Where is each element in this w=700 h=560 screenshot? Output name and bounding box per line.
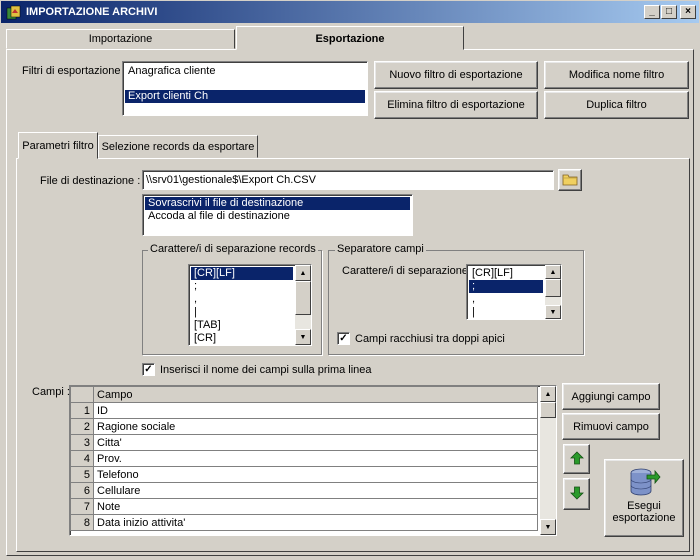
header-row-label: Inserisci il nome dei campi sulla prima … xyxy=(160,364,372,376)
fields-grid[interactable]: Campo 1 ID 2 Ragione sociale 3 Citta' 4 Prov… xyxy=(69,385,557,536)
scroll-thumb[interactable] xyxy=(295,281,311,315)
row-number: 3 xyxy=(70,434,94,451)
row-number: 6 xyxy=(70,482,94,499)
arrow-up-icon xyxy=(569,450,584,468)
destination-label: File di destinazione : xyxy=(40,175,141,187)
record-separator-item[interactable]: [CR][LF] xyxy=(191,267,293,280)
row-number: 4 xyxy=(70,450,94,467)
window-title: IMPORTAZIONE ARCHIVI xyxy=(26,6,158,18)
move-up-button[interactable] xyxy=(563,444,590,474)
new-filter-button[interactable]: Nuovo filtro di esportazione xyxy=(374,61,538,89)
scroll-up-icon[interactable]: ▲ xyxy=(295,265,311,281)
table-row[interactable]: 1 ID xyxy=(70,402,538,419)
tab-parametri-filtro[interactable]: Parametri filtro xyxy=(18,132,98,159)
table-row[interactable]: 2 Ragione sociale xyxy=(70,418,538,435)
destination-file-input[interactable]: \\srv01\gestionale$\Export Ch.CSV xyxy=(142,170,554,190)
row-number: 2 xyxy=(70,418,94,435)
field-separator-item[interactable]: , xyxy=(469,293,543,306)
record-separator-scrollbar[interactable]: ▲ ▼ xyxy=(295,265,311,345)
filters-label: Filtri di esportazione : xyxy=(22,65,127,77)
field-cell[interactable]: Note xyxy=(93,498,538,515)
write-mode-item[interactable]: Sovrascrivi il file di destinazione xyxy=(145,197,410,210)
field-cell[interactable]: Data inizio attivita' xyxy=(93,514,538,531)
tab-selezione-records[interactable]: Selezione records da esportare xyxy=(98,135,258,158)
field-separator-scrollbar[interactable]: ▲ ▼ xyxy=(545,265,561,319)
field-cell[interactable]: Citta' xyxy=(93,434,538,451)
filter-item[interactable]: Anagrafica cliente xyxy=(125,65,365,78)
scroll-up-icon[interactable]: ▲ xyxy=(545,265,561,279)
filters-list[interactable]: Anagrafica cliente Export clienti Ch xyxy=(122,61,368,116)
record-separator-item[interactable]: [TAB] xyxy=(191,319,293,332)
record-separator-list[interactable]: [CR][LF] ; , | [TAB] [CR] ▲ ▼ xyxy=(188,264,312,346)
arrow-down-icon xyxy=(569,486,584,503)
field-separator-legend: Separatore campi xyxy=(335,243,426,255)
add-field-button[interactable]: Aggiungi campo xyxy=(562,383,660,410)
quote-fields-checkbox[interactable]: ✓ xyxy=(337,332,350,345)
record-separator-legend: Carattere/i di separazione records xyxy=(148,243,318,255)
maximize-button[interactable]: □ xyxy=(661,5,677,19)
filter-item[interactable]: Export clienti Ch xyxy=(125,90,365,103)
scroll-down-icon[interactable]: ▼ xyxy=(540,519,556,535)
field-cell[interactable]: Telefono xyxy=(93,466,538,483)
run-export-button[interactable]: Esegui esportazione xyxy=(604,459,684,537)
column-header-campo[interactable]: Campo xyxy=(93,386,538,403)
row-number: 8 xyxy=(70,514,94,531)
header-row-checkbox[interactable]: ✓ xyxy=(142,363,155,376)
field-separator-item[interactable]: ; xyxy=(469,280,543,293)
table-row[interactable]: 7 Note xyxy=(70,498,538,515)
delete-filter-button[interactable]: Elimina filtro di esportazione xyxy=(374,91,538,119)
scroll-thumb[interactable] xyxy=(545,279,561,297)
field-cell[interactable]: ID xyxy=(93,402,538,419)
row-number: 1 xyxy=(70,402,94,419)
table-row[interactable]: 4 Prov. xyxy=(70,450,538,467)
close-button[interactable]: × xyxy=(680,5,696,19)
scroll-up-icon[interactable]: ▲ xyxy=(540,386,556,402)
quote-fields-label: Campi racchiusi tra doppi apici xyxy=(355,333,505,345)
move-down-button[interactable] xyxy=(563,478,590,510)
minimize-button[interactable]: _ xyxy=(644,5,660,19)
table-row[interactable]: 5 Telefono xyxy=(70,466,538,483)
record-separator-item[interactable]: ; xyxy=(191,280,293,293)
fields-scrollbar[interactable]: ▲ ▼ xyxy=(540,386,556,535)
row-number: 5 xyxy=(70,466,94,483)
field-cell[interactable]: Cellulare xyxy=(93,482,538,499)
record-separator-item[interactable]: | xyxy=(191,306,293,319)
table-row[interactable]: 6 Cellulare xyxy=(70,482,538,499)
rename-filter-button[interactable]: Modifica nome filtro xyxy=(544,61,689,89)
scroll-down-icon[interactable]: ▼ xyxy=(545,305,561,319)
row-number: 7 xyxy=(70,498,94,515)
table-row[interactable]: 8 Data inizio attivita' xyxy=(70,514,538,531)
scroll-thumb[interactable] xyxy=(540,402,556,418)
scroll-down-icon[interactable]: ▼ xyxy=(295,329,311,345)
record-separator-item[interactable]: , xyxy=(191,293,293,306)
fields-label: Campi : xyxy=(32,386,70,398)
app-icon xyxy=(6,5,22,21)
write-mode-list[interactable]: Sovrascrivi il file di destinazione Acco… xyxy=(142,194,413,236)
browse-button[interactable] xyxy=(558,169,582,191)
remove-field-button[interactable]: Rimuovi campo xyxy=(562,413,660,440)
field-separator-item[interactable]: [CR][LF] xyxy=(469,267,543,280)
field-cell[interactable]: Ragione sociale xyxy=(93,418,538,435)
grid-header-row: Campo xyxy=(70,386,538,403)
field-cell[interactable]: Prov. xyxy=(93,450,538,467)
tab-importazione[interactable]: Importazione xyxy=(6,29,235,49)
run-export-label: Esegui esportazione xyxy=(612,500,676,524)
tab-esportazione[interactable]: Esportazione xyxy=(236,26,464,50)
grid-corner xyxy=(70,386,94,403)
write-mode-item[interactable]: Accoda al file di destinazione xyxy=(145,210,410,223)
record-separator-item[interactable]: [CR] xyxy=(191,332,293,345)
field-separator-list[interactable]: [CR][LF] ; , | ▲ ▼ xyxy=(466,264,562,320)
duplicate-filter-button[interactable]: Duplica filtro xyxy=(544,91,689,119)
field-separator-label: Carattere/i di separazione xyxy=(342,265,468,277)
database-export-icon xyxy=(627,466,661,500)
field-separator-item[interactable]: | xyxy=(469,306,543,319)
title-bar[interactable]: IMPORTAZIONE ARCHIVI _ □ × xyxy=(0,0,700,24)
folder-icon xyxy=(562,172,578,189)
table-row[interactable]: 3 Citta' xyxy=(70,434,538,451)
